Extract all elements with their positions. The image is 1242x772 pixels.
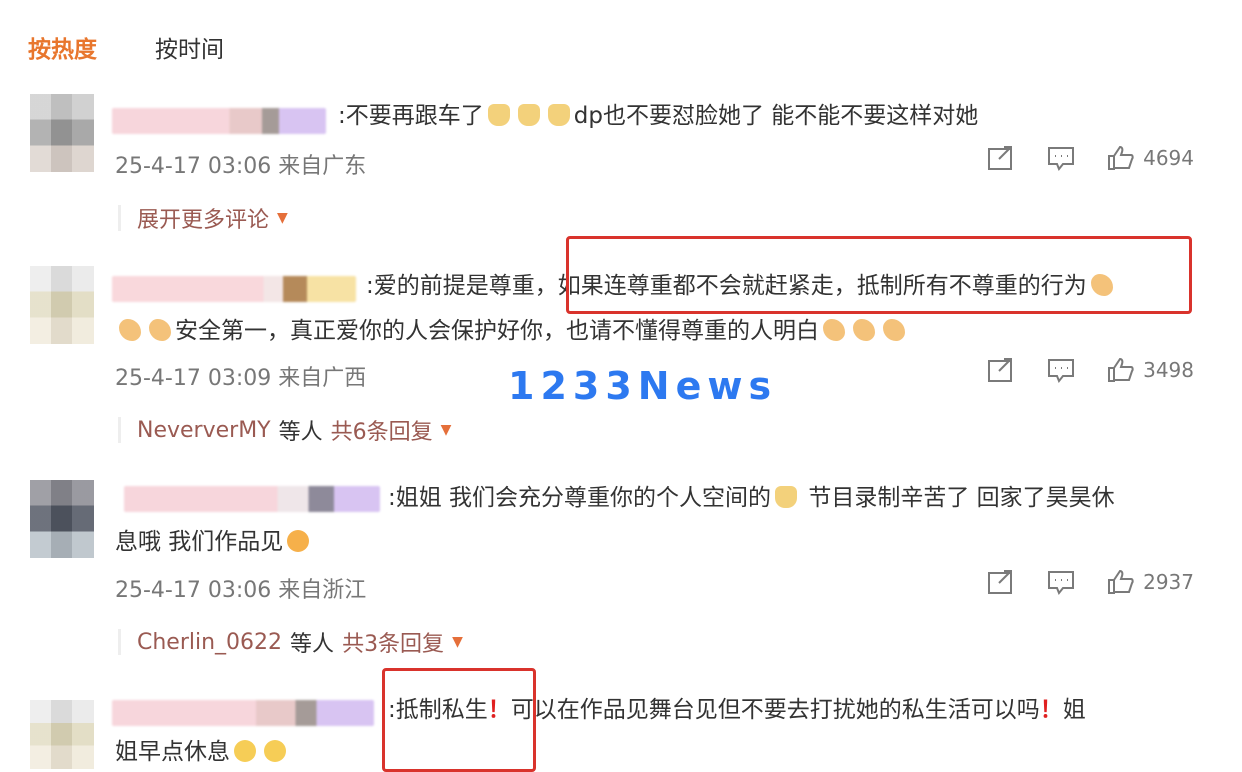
- divider: [118, 417, 121, 443]
- comment-button[interactable]: [1047, 569, 1075, 595]
- divider: [118, 629, 121, 655]
- comment-actions: 4694: [987, 145, 1194, 171]
- comment-text-line2: 息哦 我们作品见: [115, 524, 313, 561]
- pray-hands-emoji-icon: [883, 319, 905, 341]
- doge-emoji-icon: [547, 104, 570, 126]
- pray-hands-emoji-icon: [823, 319, 845, 341]
- share-button[interactable]: [987, 357, 1015, 383]
- comment-text-line2: 安全第一，真正爱你的人会保护好你，也请不懂得尊重的人明白: [115, 313, 909, 350]
- expand-more-comments[interactable]: 展开更多评论 ▼: [118, 202, 288, 234]
- like-button[interactable]: 4694: [1107, 145, 1194, 171]
- comment-meta: 25-4-17 03:06 来自浙江: [115, 578, 367, 603]
- doge-emoji-icon: [487, 104, 510, 126]
- share-button[interactable]: [987, 569, 1015, 595]
- caret-down-icon: ▼: [440, 422, 452, 438]
- reply-summary[interactable]: Cherlin_0622 等人 共3条回复 ▼: [118, 626, 463, 658]
- sad-emoji-icon: [264, 740, 286, 762]
- avatar[interactable]: [30, 94, 94, 172]
- reply-count[interactable]: 共6条回复: [331, 414, 433, 446]
- pray-hands-emoji-icon: [119, 319, 141, 341]
- comment-icon: [1048, 359, 1075, 383]
- pray-hands-emoji-icon: [853, 319, 875, 341]
- username-blurred[interactable]: [112, 276, 356, 302]
- watermark: 1233News: [508, 364, 778, 408]
- comment-text: :不要再跟车了 dp也不要怼脸她了 能不能不要这样对她: [338, 103, 979, 129]
- username-blurred[interactable]: [124, 486, 380, 512]
- share-button[interactable]: [987, 145, 1015, 171]
- like-icon: [1108, 569, 1134, 594]
- reply-etc: 等人: [290, 632, 335, 657]
- pray-hands-emoji-icon: [149, 319, 171, 341]
- comment-icon: [1048, 571, 1075, 595]
- share-icon: [988, 570, 1013, 594]
- username-blurred[interactable]: [112, 700, 374, 726]
- reply-username[interactable]: Cherlin_0622: [137, 630, 282, 655]
- username-blurred[interactable]: [112, 108, 326, 134]
- doge-emoji-icon: [517, 104, 540, 126]
- like-count: 2937: [1143, 570, 1194, 594]
- like-button[interactable]: 3498: [1107, 357, 1194, 383]
- share-icon: [988, 358, 1013, 382]
- exclamation-mark: ！: [1039, 697, 1063, 723]
- highlight-box: [566, 236, 1192, 314]
- reply-username[interactable]: NeververMY: [137, 418, 271, 443]
- tab-sort-time[interactable]: 按时间: [155, 30, 224, 64]
- comment-text-line2: 姐早点休息: [115, 734, 290, 771]
- like-icon: [1108, 145, 1134, 170]
- avatar[interactable]: [30, 480, 94, 558]
- comment-icon: [1048, 147, 1075, 171]
- tab-sort-hot[interactable]: 按热度: [28, 30, 97, 64]
- comment-meta: 25-4-17 03:09 来自广西: [115, 366, 367, 391]
- comment-meta: 25-4-17 03:06 来自广东: [115, 154, 367, 179]
- reply-summary[interactable]: NeververMY 等人 共6条回复 ▼: [118, 414, 451, 446]
- avatar[interactable]: [30, 266, 94, 344]
- comment-button[interactable]: [1047, 145, 1075, 171]
- sort-tabs: 按热度 按时间: [28, 30, 224, 64]
- comment-text: :姐姐 我们会充分尊重你的个人空间的 节目录制辛苦了 回家了昊昊休: [388, 485, 1115, 511]
- sad-emoji-icon: [234, 740, 256, 762]
- caret-down-icon: ▼: [452, 634, 463, 650]
- caret-down-icon: ▼: [277, 210, 288, 226]
- comment-actions: 3498: [987, 357, 1194, 383]
- share-icon: [988, 146, 1013, 170]
- like-count: 3498: [1143, 358, 1194, 382]
- like-count: 4694: [1143, 146, 1194, 170]
- divider: [118, 205, 121, 231]
- reply-etc: 等人: [278, 420, 323, 445]
- kiss-emoji-icon: [287, 530, 310, 552]
- like-button[interactable]: 2937: [1107, 569, 1194, 595]
- avatar[interactable]: [30, 700, 94, 769]
- comment-button[interactable]: [1047, 357, 1075, 383]
- like-icon: [1108, 357, 1134, 382]
- doge-emoji-icon: [775, 486, 798, 508]
- comment-actions: 2937: [987, 569, 1194, 595]
- highlight-box: [382, 668, 536, 772]
- reply-count[interactable]: 共3条回复: [342, 626, 444, 658]
